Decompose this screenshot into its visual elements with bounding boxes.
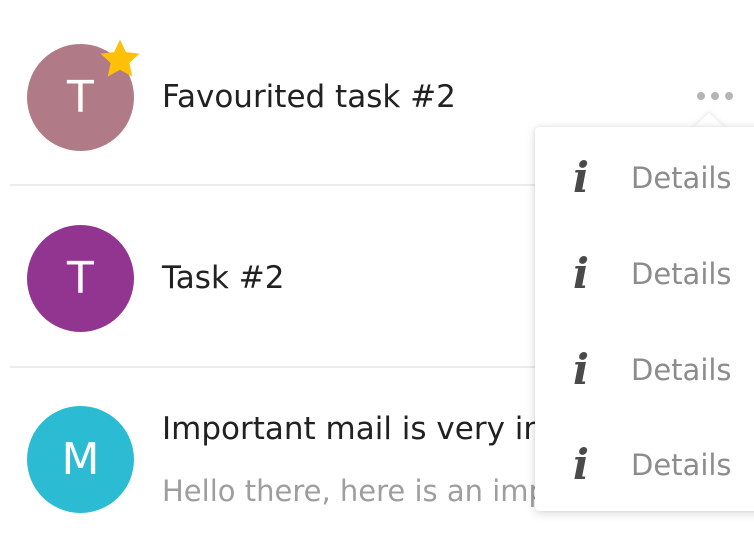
menu-item-label: Details bbox=[631, 161, 732, 195]
item-title: Task #2 bbox=[162, 260, 285, 296]
info-icon: i bbox=[573, 249, 589, 298]
menu-item-details[interactable]: i Details bbox=[535, 130, 754, 226]
menu-item-details[interactable]: i Details bbox=[535, 417, 754, 513]
star-icon bbox=[100, 39, 140, 77]
menu-item-details[interactable]: i Details bbox=[535, 226, 754, 322]
menu-item-label: Details bbox=[631, 448, 732, 482]
info-icon: i bbox=[573, 153, 589, 202]
info-icon: i bbox=[573, 345, 589, 394]
menu-item-label: Details bbox=[631, 353, 732, 387]
info-icon: i bbox=[573, 440, 589, 489]
item-title: Favourited task #2 bbox=[162, 79, 456, 115]
context-menu: i Details i Details i Details i Details bbox=[535, 127, 754, 511]
avatar: T bbox=[27, 225, 134, 332]
avatar: M bbox=[27, 406, 134, 513]
menu-item-details[interactable]: i Details bbox=[535, 322, 754, 418]
menu-item-label: Details bbox=[631, 257, 732, 291]
more-options-icon[interactable] bbox=[694, 85, 740, 109]
